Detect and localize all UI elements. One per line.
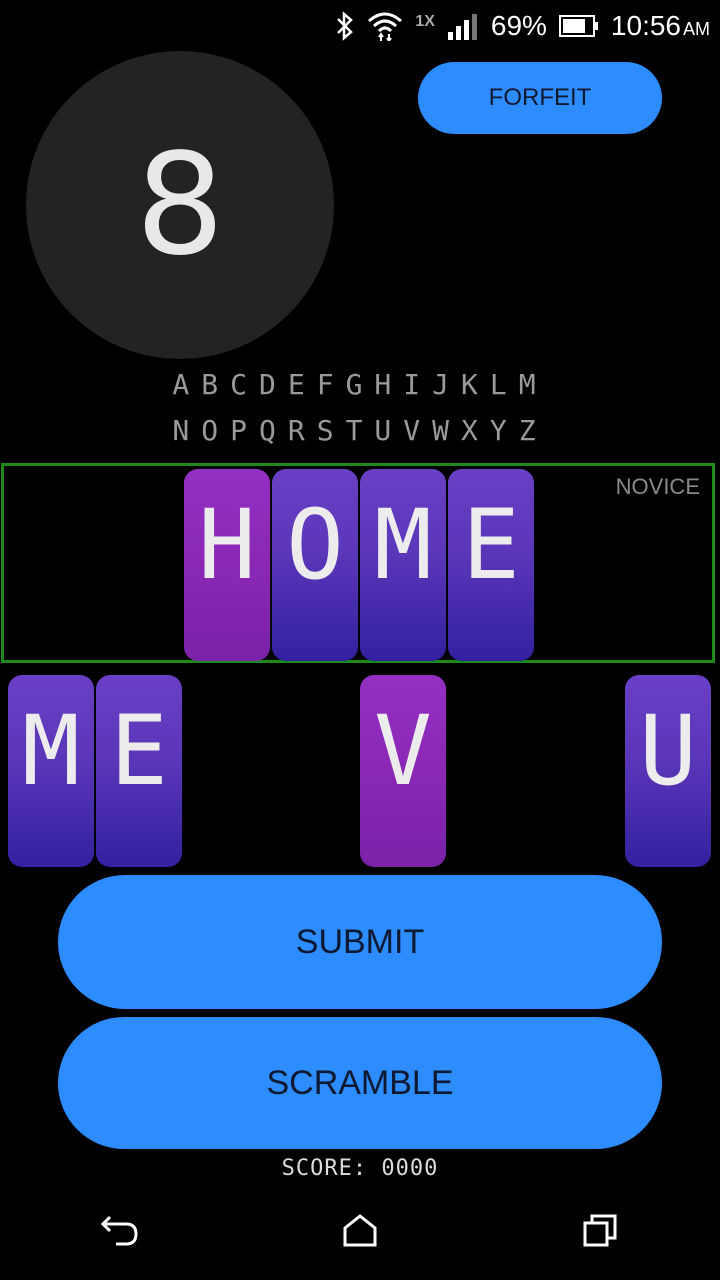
tile-letter: E [462, 489, 520, 601]
forfeit-button[interactable]: FORFEIT [418, 62, 662, 134]
wifi-icon [367, 11, 403, 41]
scramble-button[interactable]: SCRAMBLE [58, 1017, 662, 1149]
battery-icon [558, 15, 599, 37]
difficulty-label: NOVICE [615, 474, 700, 499]
word-tile[interactable]: M [360, 469, 446, 661]
battery-percent: 69% [490, 10, 547, 41]
word-tile[interactable]: O [272, 469, 358, 661]
alphabet-row-1: ABCDEFGHIJKLM [172, 368, 548, 401]
game-screen: 1X 69% 10:56 AM 8 FORFEIT ABCDEFGHIJKLM N… [0, 0, 720, 1280]
pool-tile[interactable]: M [8, 675, 94, 867]
pool-tile[interactable]: E [96, 675, 182, 867]
word-tile[interactable]: E [448, 469, 534, 661]
tile-letter: O [286, 489, 344, 601]
home-icon[interactable] [330, 1200, 390, 1260]
tile-letter: E [110, 695, 168, 807]
bluetooth-icon [335, 11, 355, 41]
alphabet-row-2: NOPQRSTUVWXYZ [172, 414, 548, 447]
signal-icon [447, 12, 479, 40]
score-display: SCORE: 0000 [281, 1156, 439, 1181]
tile-letter: U [639, 695, 697, 807]
submit-button[interactable]: SUBMIT [58, 875, 662, 1009]
countdown-timer: 8 [26, 51, 334, 359]
tile-letter: M [22, 695, 80, 807]
status-bar: 1X 69% 10:56 AM [0, 0, 720, 52]
word-board: NOVICE [1, 463, 715, 663]
navigation-bar [0, 1180, 720, 1280]
tile-letter: V [374, 695, 432, 807]
network-mode: 1X [415, 13, 435, 30]
tile-letter: M [374, 489, 432, 601]
word-tile[interactable]: H [184, 469, 270, 661]
pool-tile[interactable]: V [360, 675, 446, 867]
clock: 10:56 AM [610, 10, 710, 41]
pool-tile[interactable]: U [625, 675, 711, 867]
recent-apps-icon[interactable] [570, 1200, 630, 1260]
tile-letter: H [198, 489, 256, 601]
back-icon[interactable] [90, 1200, 150, 1260]
